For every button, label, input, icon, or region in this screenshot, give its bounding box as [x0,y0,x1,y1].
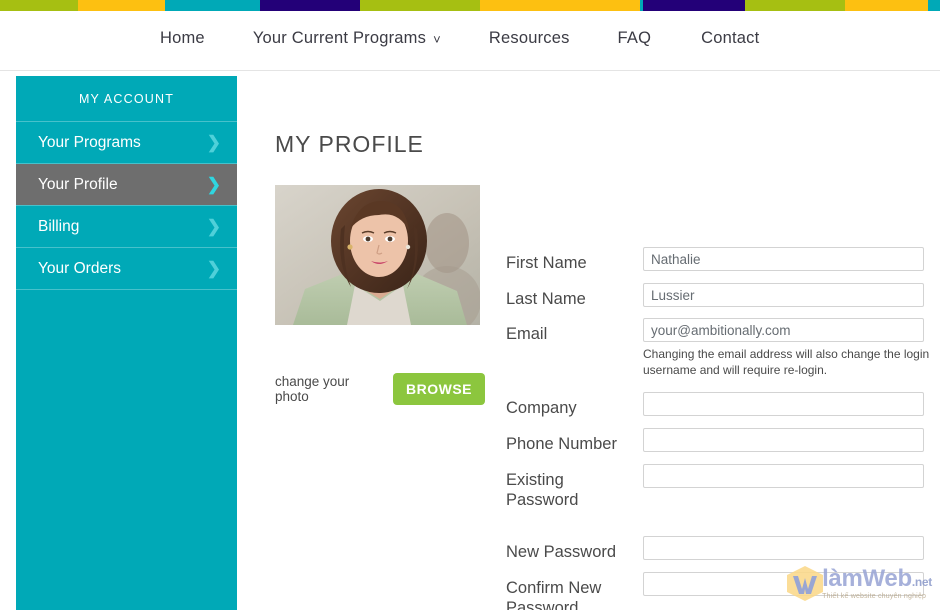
input-first-name[interactable] [643,247,924,271]
sidebar-item-your-programs[interactable]: Your Programs ❯ [16,122,237,163]
profile-photo [275,185,480,325]
sidebar-item-label: Billing [38,217,80,235]
color-strip-segment-5 [480,0,640,11]
nav-item-contact[interactable]: Contact [701,29,759,48]
content-area: MY PROFILE change your photo BROWSE Firs… [237,71,940,610]
page-root: Home Your Current Programs ˅ Resources FAQ Co… [0,0,940,610]
form-label-email: Email [506,325,548,343]
chevron-right-icon: ❯ [206,217,221,236]
nav-item-label: FAQ [617,29,652,47]
email-change-note: Changing the email address will also cha… [643,347,930,377]
input-email[interactable] [643,318,924,342]
sidebar-item-label: Your Orders [38,259,121,277]
color-strip-segment-8 [745,0,845,11]
color-strip-segment-2 [165,0,260,11]
input-last-name[interactable] [643,283,924,307]
page-title: MY PROFILE [275,131,424,158]
sidebar-item-billing[interactable]: Billing ❯ [16,206,237,247]
main-navigation: Home Your Current Programs ˅ Resources FAQ Co… [0,11,940,71]
color-strip-segment-7 [643,0,745,11]
sidebar-item-list: Your Programs ❯ Your Profile ❯ Billing ❯ Your … [16,122,237,290]
sidebar-header: MY ACCOUNT [78,91,175,106]
form-label-existing-password: Existing Password [506,471,579,510]
nav-item-label: Your Current Programs [252,29,427,47]
form-label-last-name: Last Name [506,290,586,308]
form-label-first-name: First Name [506,254,587,272]
nav-item-resources[interactable]: Resources [489,29,570,48]
chevron-right-icon: ❯ [206,175,221,194]
color-strip-segment-9 [845,0,928,11]
sidebar-item-label: Your Profile [38,175,118,193]
input-existing-password[interactable] [643,464,924,488]
browse-button[interactable]: BROWSE [393,373,485,405]
color-strip-segment-4 [360,0,480,11]
sidebar-divider [16,289,237,290]
form-label-phone-number: Phone Number [506,435,617,453]
chevron-right-icon: ❯ [206,133,221,152]
photo-actions: change your photo BROWSE [275,373,485,405]
color-strip-segment-1 [78,0,165,11]
nav-item-label: Contact [701,29,760,47]
nav-item-label: Home [160,29,205,47]
form-label-new-password: New Password [506,543,617,561]
top-color-strip [0,0,940,11]
form-label-confirm-new-password: Confirm New Password [506,579,602,610]
sidebar-item-your-orders[interactable]: Your Orders ❯ [16,248,237,289]
input-confirm-new-password[interactable] [643,572,924,596]
color-strip-segment-0 [0,0,78,11]
photo-column: change your photo BROWSE [275,185,485,405]
input-new-password[interactable] [643,536,924,560]
nav-item-your-current-programs[interactable]: Your Current Programs ˅ [253,29,441,48]
sidebar-item-your-profile[interactable]: Your Profile ❯ [16,164,237,205]
change-photo-label: change your photo [275,374,350,404]
chevron-right-icon: ❯ [206,259,221,278]
color-strip-segment-10 [928,0,940,11]
input-phone-number[interactable] [643,428,924,452]
form-label-company: Company [506,399,577,417]
color-strip-segment-3 [260,0,360,11]
nav-item-home[interactable]: Home [160,29,205,48]
nav-item-faq[interactable]: FAQ [618,29,652,48]
chevron-down-icon: ˅ [433,32,441,47]
nav-list: Home Your Current Programs ˅ Resources FAQ Co… [160,29,759,48]
account-sidebar: MY ACCOUNT Your Programs ❯ Your Profile ❯ Bi… [16,76,237,610]
input-company[interactable] [643,392,924,416]
nav-item-label: Resources [488,29,570,47]
sidebar-item-label: Your Programs [38,133,141,151]
